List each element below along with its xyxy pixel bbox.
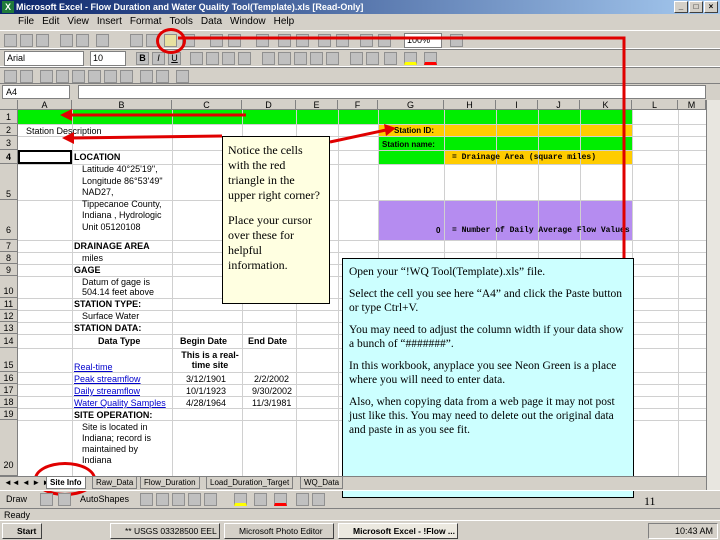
text-box-icon[interactable] (204, 493, 217, 506)
paste-button-highlight (156, 28, 186, 54)
line-style-icon[interactable] (296, 493, 309, 506)
status-text: Ready (4, 510, 31, 520)
slide-number: 11 (644, 494, 656, 508)
oval-icon[interactable] (188, 493, 201, 506)
draw-fill-color-icon[interactable] (234, 493, 247, 506)
sheet-tab-bar: ◄◄ ◄ ► ►► Site Info Raw_Data Flow_Durati… (0, 476, 706, 490)
start-button[interactable]: Start (2, 523, 42, 539)
tab-flow-duration[interactable]: Flow_Duration (140, 477, 200, 489)
line-icon[interactable] (140, 493, 153, 506)
taskbar-item-excel[interactable]: Microsoft Excel - !Flow ... (338, 523, 458, 539)
taskbar-item-photo-editor[interactable]: Microsoft Photo Editor (224, 523, 334, 539)
tab-raw-data[interactable]: Raw_Data (92, 477, 138, 489)
tab-wq-data[interactable]: WQ_Data (300, 477, 344, 489)
rectangle-icon[interactable] (172, 493, 185, 506)
system-clock: 10:43 AM (648, 523, 718, 539)
drawing-toolbar: Draw AutoShapes (0, 490, 720, 508)
draw-menu[interactable]: Draw (6, 494, 27, 504)
tab-load-duration-target[interactable]: Load_Duration_Target (206, 477, 294, 489)
dash-style-icon[interactable] (312, 493, 325, 506)
tab-site-info[interactable]: Site Info (46, 477, 86, 489)
free-rotate-icon[interactable] (58, 493, 71, 506)
taskbar: Start ** USGS 03328500 EEL R... Microsof… (0, 520, 720, 540)
arrow-icon[interactable] (156, 493, 169, 506)
draw-font-color-icon[interactable] (274, 493, 287, 506)
taskbar-item-usgs[interactable]: ** USGS 03328500 EEL R... (110, 523, 220, 539)
autoshapes-menu[interactable]: AutoShapes (80, 494, 129, 504)
select-objects-icon[interactable] (40, 493, 53, 506)
line-color-icon[interactable] (254, 493, 267, 506)
annotation-arrows (60, 36, 626, 258)
status-bar: Ready 11 (0, 495, 720, 520)
